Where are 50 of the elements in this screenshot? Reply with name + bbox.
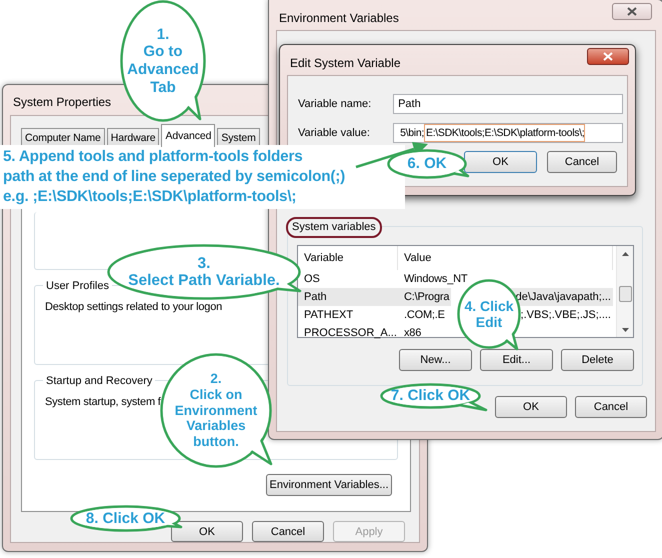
dialog-button[interactable]: Cancel [575, 396, 647, 418]
table-cell: C:\Progra [398, 288, 452, 306]
field-label: Variable name: [298, 96, 372, 112]
scrollbar[interactable] [616, 246, 633, 337]
window-title: Edit System Variable [290, 55, 400, 72]
table-cell-text: .COM;.E [403, 308, 446, 323]
group-description: System startup, system f [45, 395, 161, 410]
callout-text: 8. Click OK [86, 510, 166, 528]
field-text: Path [398, 97, 421, 112]
table-cell-text: x86 [403, 326, 422, 341]
table-cell[interactable]: PROCESSOR_A... [298, 324, 398, 342]
close-button[interactable] [587, 48, 629, 65]
scroll-down-icon[interactable] [622, 328, 628, 332]
appended-text: E:\SDK\tools;E:\SDK\platform-tools\; [424, 124, 586, 142]
dialog-button[interactable]: OK [495, 396, 567, 418]
group-description: Desktop settings related to your logon [45, 300, 222, 315]
callout-text: 6. OK [407, 155, 447, 173]
field-text: 5\bin; [400, 126, 424, 141]
table-cell[interactable]: OS [298, 270, 398, 288]
callout-text: 7. Click OK [390, 387, 470, 405]
table-cell-text: ;.VBS;.VBE;.JS;.... [520, 308, 612, 323]
table-button[interactable]: Edit... [480, 349, 553, 371]
column-header[interactable]: Value [398, 246, 613, 270]
close-button[interactable] [612, 3, 652, 20]
table-cell-text: Windows_NT [403, 272, 468, 287]
dialog-button[interactable]: Cancel [252, 521, 324, 542]
close-icon [627, 7, 637, 16]
field-label: Variable value: [298, 126, 371, 141]
window-title: Environment Variables [279, 10, 399, 27]
group-title: System variables [286, 217, 382, 238]
callout-text: 2. Click on Environment Variables button. [174, 371, 258, 450]
scrollbar-thumb[interactable] [618, 286, 632, 302]
table-button[interactable]: Delete [561, 349, 634, 371]
table-cell[interactable]: Path [298, 288, 398, 306]
environment-variables-button[interactable]: Environment Variables... [266, 474, 392, 496]
table-button[interactable]: New... [399, 349, 472, 371]
callout-text: 1. Go to Advanced Tab [127, 26, 199, 96]
text-field[interactable]: 5\bin; E:\SDK\tools;E:\SDK\platform-tools\; [393, 123, 623, 143]
scroll-up-icon[interactable] [622, 252, 628, 256]
text-field[interactable]: Path [393, 94, 623, 114]
dialog-button[interactable]: OK [464, 151, 537, 173]
window-title: System Properties [13, 94, 112, 111]
close-icon [603, 52, 613, 61]
callout-text: 3. Select Path Variable. [128, 254, 280, 290]
tab[interactable]: Advanced [161, 124, 216, 147]
dialog-button[interactable]: Cancel [547, 151, 617, 173]
instruction-text: 5. Append tools and platform-tools folders path at the end of line seperated by semicolon(;) e.g. ;E:\SDK\tools;E:\SDK\platform-tools\; [0, 145, 405, 209]
dialog-button[interactable]: OK [171, 521, 243, 542]
group-title: Startup and Recovery [43, 373, 156, 390]
table-cell[interactable]: PATHEXT [298, 306, 398, 324]
